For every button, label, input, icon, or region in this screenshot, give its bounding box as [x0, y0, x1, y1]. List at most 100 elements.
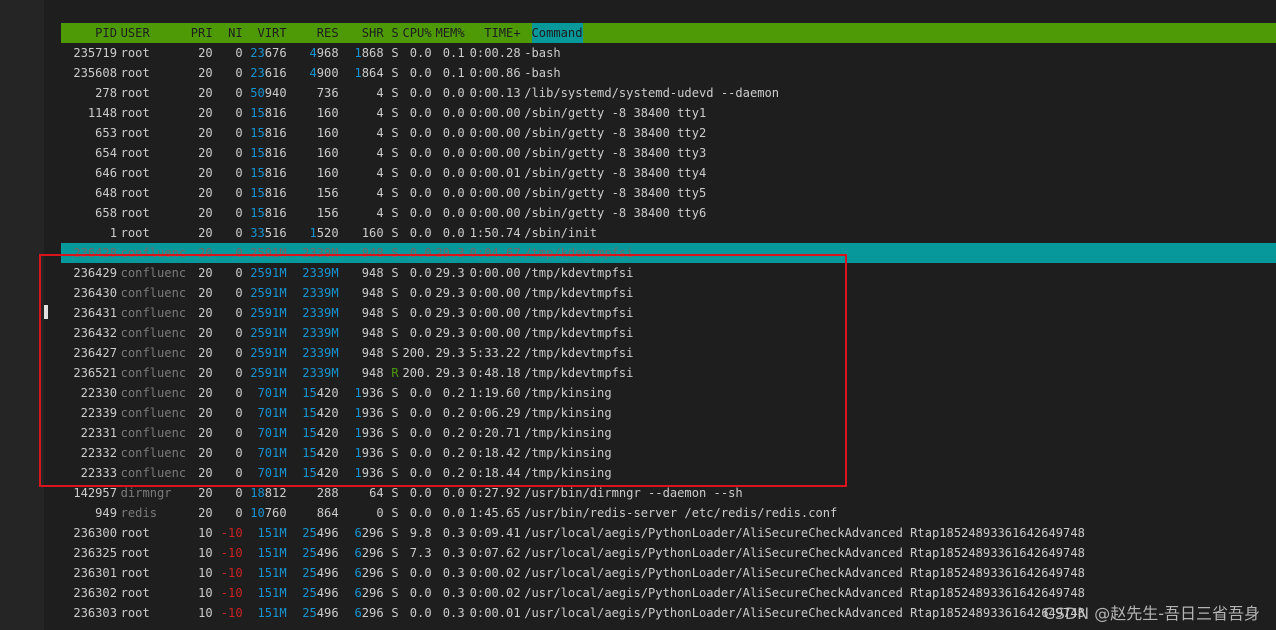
process-row[interactable]: 278 root 20 0 50940 736 4 S 0.0 0.0 0:00.13/lib/sy… [61, 83, 1276, 103]
virt-cell: 18812 [243, 483, 287, 503]
col-header-shr[interactable]: SHR [339, 23, 384, 43]
process-row[interactable]: 142957 dirmngr 20 0 18812 288 64 S 0.0 0.0 0:27.92… [61, 483, 1276, 503]
state-cell: S [391, 486, 399, 500]
priority-cell: 20 [198, 206, 213, 220]
state-cell: S [391, 586, 399, 600]
process-row[interactable]: 235719 root 20 0 23676 4968 1868 S 0.0 0.1 0:00.28… [61, 43, 1276, 63]
process-row[interactable]: 22331 confluenc 20 0 701M 15420 1936 S 0.0 0.2 0:2… [61, 423, 1276, 443]
virt-hi: 23 [250, 46, 265, 60]
user-cell: confluenc [120, 246, 187, 260]
virt-cell: 15816 [243, 203, 286, 223]
shr-cell: 948 [339, 363, 384, 383]
text-cursor [44, 305, 48, 319]
virt-cell: 23616 [243, 63, 286, 83]
virt-lo: 812 [264, 486, 287, 500]
res-cell: 25496 [287, 583, 338, 603]
col-header-cpu[interactable]: CPU% [399, 23, 432, 43]
process-row[interactable]: 236521 confluenc 20 0 2591M 2339M 948 R 200. 29.3… [61, 363, 1276, 383]
mem-cell: 0.2 [442, 426, 465, 440]
col-header-state[interactable]: S [384, 23, 398, 43]
mem-cell: 29.3 [435, 346, 465, 360]
process-row[interactable]: 949 redis 20 0 10760 864 0 S 0.0 0.0 1:45.65/usr/b… [61, 503, 1276, 523]
process-row[interactable]: 236427 confluenc 20 0 2591M 2339M 948 S 200. 29.3… [61, 343, 1276, 363]
shr-lo: 4 [376, 106, 384, 120]
process-row[interactable]: 236301 root 10 -10 151M 25496 6296 S 0.0 0.3 0:00.… [61, 563, 1276, 583]
col-header-user[interactable]: USER [117, 23, 185, 43]
nice-cell: 0 [235, 466, 243, 480]
virt-cell: 15816 [243, 163, 286, 183]
process-row[interactable]: 236300 root 10 -10 151M 25496 6296 S 9.8 0.3 0:09.… [61, 523, 1276, 543]
col-header-time[interactable]: TIME+ [465, 23, 520, 43]
user-cell: confluenc [120, 366, 187, 380]
shr-hi: 6 [354, 606, 362, 620]
nice-cell: -10 [220, 546, 243, 560]
process-row[interactable]: 1 root 20 0 33516 1520 160 S 0.0 0.0 1:50.74/sbin/… [61, 223, 1276, 243]
process-row[interactable]: 648 root 20 0 15816 156 4 S 0.0 0.0 0:00.00/sbin/g… [61, 183, 1276, 203]
process-row[interactable]: 236431 confluenc 20 0 2591M 2339M 948 S 0.0 29.3 0… [61, 303, 1276, 323]
mem-cell: 29.3 [435, 366, 465, 380]
shr-cell: 0 [339, 503, 383, 523]
col-header-res[interactable]: RES [287, 23, 339, 43]
state-cell: S [391, 526, 399, 540]
process-row[interactable]: 22330 confluenc 20 0 701M 15420 1936 S 0.0 0.2 1:1… [61, 383, 1276, 403]
process-row[interactable]: 236429 confluenc 20 0 2591M 2339M 948 S 0.0 29.3 0… [61, 263, 1276, 283]
command-cell: /tmp/kinsing [524, 446, 612, 460]
shr-hi: 6 [354, 546, 362, 560]
virt-cell: 701M [243, 403, 287, 423]
col-header-command[interactable]: Command [531, 23, 583, 43]
process-row[interactable]: 22339 confluenc 20 0 701M 15420 1936 S 0.0 0.2 0:0… [61, 403, 1276, 423]
process-row[interactable]: 658 root 20 0 15816 156 4 S 0.0 0.0 0:00.00/sbin/g… [61, 203, 1276, 223]
user-cell: root [120, 586, 150, 600]
time-cell: 0:20.71 [469, 426, 521, 440]
shr-cell: 1864 [339, 63, 384, 83]
shr-cell: 1936 [339, 403, 384, 423]
res-hi: 25 [302, 546, 317, 560]
nice-cell: 0 [235, 406, 243, 420]
shr-hi: 1 [354, 426, 362, 440]
col-header-ni[interactable]: NI [213, 23, 243, 43]
process-row[interactable]: 236428 confluenc 20 0 2591M 2339M 948 S 0.0 29.3 0… [61, 243, 1276, 263]
process-row[interactable]: 646 root 20 0 15816 160 4 S 0.0 0.0 0:00.01/sbin/g… [61, 163, 1276, 183]
process-row[interactable]: 236430 confluenc 20 0 2591M 2339M 948 S 0.0 29.3 0… [61, 283, 1276, 303]
process-row[interactable]: 1148 root 20 0 15816 160 4 S 0.0 0.0 0:00.00/sbin/… [61, 103, 1276, 123]
process-row[interactable]: 654 root 20 0 15816 160 4 S 0.0 0.0 0:00.00/sbin/g… [61, 143, 1276, 163]
pid-cell: 949 [95, 506, 117, 520]
priority-cell: 10 [198, 586, 213, 600]
shr-hi: 1 [354, 386, 362, 400]
shr-lo: 948 [361, 306, 384, 320]
process-row[interactable]: 22333 confluenc 20 0 701M 15420 1936 S 0.0 0.2 0:1… [61, 463, 1276, 483]
pid-cell: 236428 [73, 246, 117, 260]
col-header-pid[interactable]: PID [61, 23, 117, 43]
res-lo: 156 [316, 186, 339, 200]
state-cell: S [391, 246, 399, 260]
shr-lo: 948 [361, 266, 384, 280]
col-header-virt[interactable]: VIRT [243, 23, 287, 43]
mem-cell: 0.2 [442, 386, 465, 400]
virt-lo: 151M [257, 546, 287, 560]
process-row[interactable]: 235608 root 20 0 23616 4900 1864 S 0.0 0.1 0:00.86… [61, 63, 1276, 83]
cpu-cell: 0.0 [409, 226, 432, 240]
command-cell: /sbin/getty -8 38400 tty6 [524, 206, 707, 220]
cpu-cell: 0.0 [409, 166, 432, 180]
process-row[interactable]: 236325 root 10 -10 151M 25496 6296 S 7.3 0.3 0:07.… [61, 543, 1276, 563]
shr-lo: 4 [376, 186, 384, 200]
time-cell: 0:00.00 [469, 266, 521, 280]
process-row[interactable]: 22332 confluenc 20 0 701M 15420 1936 S 0.0 0.2 0:1… [61, 443, 1276, 463]
cpu-cell: 0.0 [409, 246, 432, 260]
virt-cell: 151M [243, 603, 287, 623]
virt-cell: 33516 [243, 223, 286, 243]
process-row[interactable]: 653 root 20 0 15816 160 4 S 0.0 0.0 0:00.00/sbin/g… [61, 123, 1276, 143]
pid-cell: 236303 [73, 606, 117, 620]
col-header-mem[interactable]: MEM% [432, 23, 465, 43]
priority-cell: 20 [198, 266, 213, 280]
col-header-pri[interactable]: PRI [185, 23, 213, 43]
virt-lo: 2591M [250, 266, 287, 280]
virt-lo: 816 [264, 106, 287, 120]
time-cell: 0:00.01 [469, 606, 521, 620]
pid-cell: 653 [95, 126, 117, 140]
state-cell: S [391, 46, 399, 60]
res-lo: 420 [316, 446, 339, 460]
process-row[interactable]: 236432 confluenc 20 0 2591M 2339M 948 S 0.0 29.3 0… [61, 323, 1276, 343]
shr-lo: 296 [361, 566, 384, 580]
virt-cell: 701M [243, 463, 287, 483]
